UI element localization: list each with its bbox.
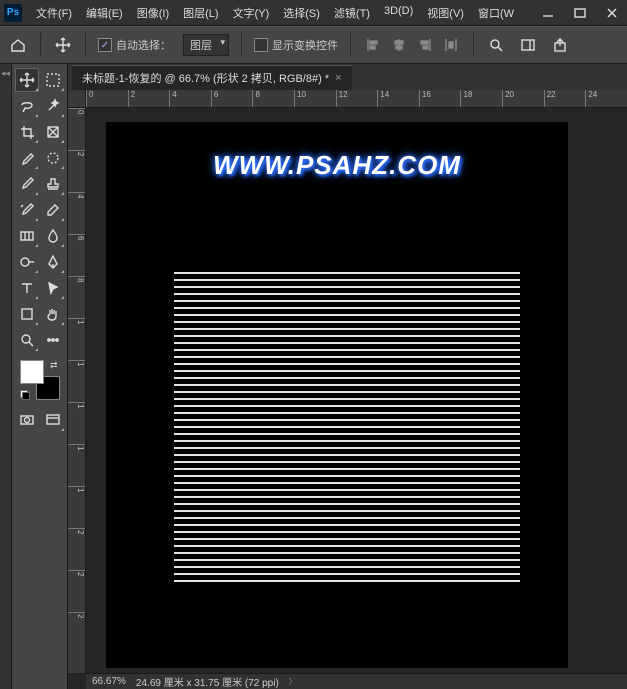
align-left-icon[interactable] [363, 35, 383, 55]
marquee-tool[interactable] [41, 68, 65, 92]
menu-type[interactable]: 文字(Y) [227, 2, 276, 24]
quick-mask-tool[interactable] [15, 408, 39, 432]
status-bar: 66.67% 24.69 厘米 x 31.75 厘米 (72 ppi) 〉 [86, 673, 627, 689]
hand-tool[interactable] [41, 302, 65, 326]
separator [241, 33, 242, 57]
foreground-color-swatch[interactable] [20, 360, 44, 384]
document-tab[interactable]: 未标题-1-恢复的 @ 66.7% (形状 2 拷贝, RGB/8#) * × [72, 65, 352, 90]
healing-tool[interactable] [41, 146, 65, 170]
canvas[interactable]: WWW.PSAHZ.COM [106, 122, 568, 668]
auto-select-target-dropdown[interactable]: 图层 [183, 34, 229, 56]
magic-wand-tool[interactable] [41, 94, 65, 118]
brush-tool[interactable] [15, 172, 39, 196]
screen-mode-tool[interactable] [41, 408, 65, 432]
canvas-viewport[interactable]: 024681012141618202224 0246811111222 WWW.… [68, 90, 627, 689]
menu-view[interactable]: 视图(V) [421, 2, 470, 24]
menu-select[interactable]: 选择(S) [277, 2, 326, 24]
zoom-tool[interactable] [15, 328, 39, 352]
ruler-vertical[interactable]: 0246811111222 [68, 108, 86, 673]
main-menu: 文件(F) 编辑(E) 图像(I) 图层(L) 文字(Y) 选择(S) 滤镜(T… [30, 2, 537, 24]
options-bar: 自动选择： 图层 显示变换控件 [0, 26, 627, 64]
type-tool[interactable] [15, 276, 39, 300]
ruler-horizontal[interactable]: 024681012141618202224 [86, 90, 627, 108]
menu-3d[interactable]: 3D(D) [378, 2, 419, 24]
close-button[interactable] [601, 4, 623, 22]
eyedropper-tool[interactable] [15, 146, 39, 170]
auto-select-checkbox[interactable] [98, 38, 112, 52]
menu-filter[interactable]: 滤镜(T) [328, 2, 376, 24]
crop-tool[interactable] [15, 120, 39, 144]
lasso-tool[interactable] [15, 94, 39, 118]
show-transform-label: 显示变换控件 [272, 37, 338, 53]
window-controls [537, 4, 623, 22]
titlebar: Ps 文件(F) 编辑(E) 图像(I) 图层(L) 文字(Y) 选择(S) 滤… [0, 0, 627, 26]
menu-edit[interactable]: 编辑(E) [80, 2, 129, 24]
menu-layer[interactable]: 图层(L) [177, 2, 224, 24]
zoom-level[interactable]: 66.67% [92, 676, 126, 687]
app-logo: Ps [4, 4, 22, 22]
align-group [363, 35, 461, 55]
separator [350, 33, 351, 57]
minimize-button[interactable] [537, 4, 559, 22]
dodge-tool[interactable] [15, 250, 39, 274]
close-tab-icon[interactable]: × [335, 72, 341, 84]
document-area: 未标题-1-恢复的 @ 66.7% (形状 2 拷贝, RGB/8#) * × … [68, 64, 627, 689]
align-right-icon[interactable] [415, 35, 435, 55]
path-select-tool[interactable] [41, 276, 65, 300]
doc-dimensions: 24.69 厘米 x 31.75 厘米 (72 ppi) [136, 674, 279, 689]
ruler-origin[interactable] [68, 90, 86, 108]
collapse-arrows-icon: ◂◂ [1, 68, 10, 79]
maximize-button[interactable] [569, 4, 591, 22]
separator [473, 33, 474, 57]
panel-collapse-strip[interactable]: ◂◂ [0, 64, 12, 689]
move-tool-icon[interactable] [53, 35, 73, 55]
menu-file[interactable]: 文件(F) [30, 2, 78, 24]
search-icon[interactable] [486, 35, 506, 55]
document-tabs: 未标题-1-恢复的 @ 66.7% (形状 2 拷贝, RGB/8#) * × [68, 64, 627, 90]
swap-colors-icon[interactable]: ⇄ [50, 360, 58, 371]
gradient-tool[interactable] [15, 224, 39, 248]
frame-tool[interactable] [41, 120, 65, 144]
status-chevron-icon[interactable]: 〉 [289, 676, 297, 687]
stamp-tool[interactable] [41, 172, 65, 196]
menu-window[interactable]: 窗口(W [472, 2, 520, 24]
more-tools[interactable] [41, 328, 65, 352]
separator [85, 33, 86, 57]
default-colors-icon[interactable] [20, 390, 30, 400]
show-transform-checkbox[interactable] [254, 38, 268, 52]
distribute-icon[interactable] [441, 35, 461, 55]
main-area: ◂◂ [0, 64, 627, 689]
separator [40, 33, 41, 57]
watermark-text: WWW.PSAHZ.COM [106, 150, 568, 181]
color-swatches[interactable]: ⇄ [20, 360, 60, 400]
toolbar: ⇄ [12, 64, 68, 689]
shape-tool[interactable] [15, 302, 39, 326]
document-tab-title: 未标题-1-恢复的 @ 66.7% (形状 2 拷贝, RGB/8#) * [82, 70, 329, 86]
align-center-h-icon[interactable] [389, 35, 409, 55]
auto-select-group: 自动选择： [98, 37, 171, 53]
blur-tool[interactable] [41, 224, 65, 248]
auto-select-label: 自动选择： [116, 37, 171, 53]
horizontal-lines-shape [174, 272, 520, 582]
share-icon[interactable] [550, 35, 570, 55]
show-transform-group: 显示变换控件 [254, 37, 338, 53]
move-tool[interactable] [15, 68, 39, 92]
menu-image[interactable]: 图像(I) [131, 2, 175, 24]
home-icon[interactable] [8, 35, 28, 55]
eraser-tool[interactable] [41, 198, 65, 222]
pen-tool[interactable] [41, 250, 65, 274]
workspace-icon[interactable] [518, 35, 538, 55]
history-brush-tool[interactable] [15, 198, 39, 222]
